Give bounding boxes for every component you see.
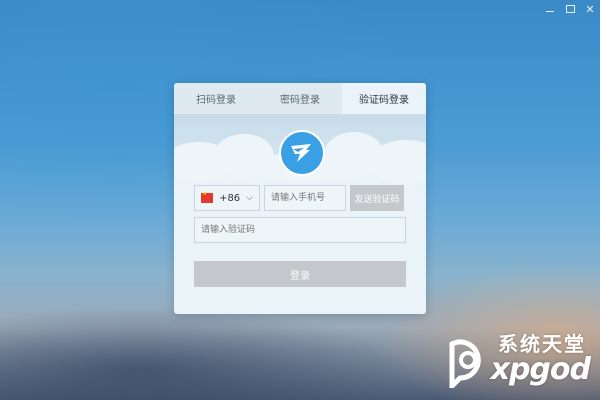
tab-qr-login[interactable]: 扫码登录	[174, 83, 258, 114]
login-tabs: 扫码登录 密码登录 验证码登录	[174, 83, 426, 114]
tab-code-login[interactable]: 验证码登录	[342, 83, 426, 114]
send-code-button[interactable]: 发送验证码	[350, 185, 404, 211]
watermark: 系统天堂 xpgod	[446, 328, 596, 398]
login-card: 扫码登录 密码登录 验证码登录 +86 ⌵ 发送验证码	[174, 83, 426, 314]
phone-input[interactable]	[264, 185, 346, 211]
close-icon[interactable]: ✕	[580, 0, 600, 18]
verification-code-input[interactable]	[194, 217, 406, 243]
watermark-logo	[449, 339, 481, 388]
tab-password-login[interactable]: 密码登录	[258, 83, 342, 114]
chevron-down-icon: ⌵	[246, 193, 253, 203]
desktop-background: ✕ 扫码登录 密码登录 验证码登录 +86 ⌵	[0, 0, 600, 400]
dingtalk-logo-icon	[279, 130, 325, 176]
maximize-icon[interactable]	[560, 0, 580, 18]
watermark-bottom-text: xpgod	[490, 352, 591, 387]
phone-row: +86 ⌵ 发送验证码	[194, 185, 404, 211]
country-code-select[interactable]: +86 ⌵	[194, 185, 260, 211]
china-flag-icon	[201, 190, 214, 203]
login-button[interactable]: 登录	[194, 261, 406, 287]
minimize-icon[interactable]	[540, 0, 560, 18]
window-controls: ✕	[540, 0, 600, 18]
country-code: +86	[219, 192, 241, 204]
